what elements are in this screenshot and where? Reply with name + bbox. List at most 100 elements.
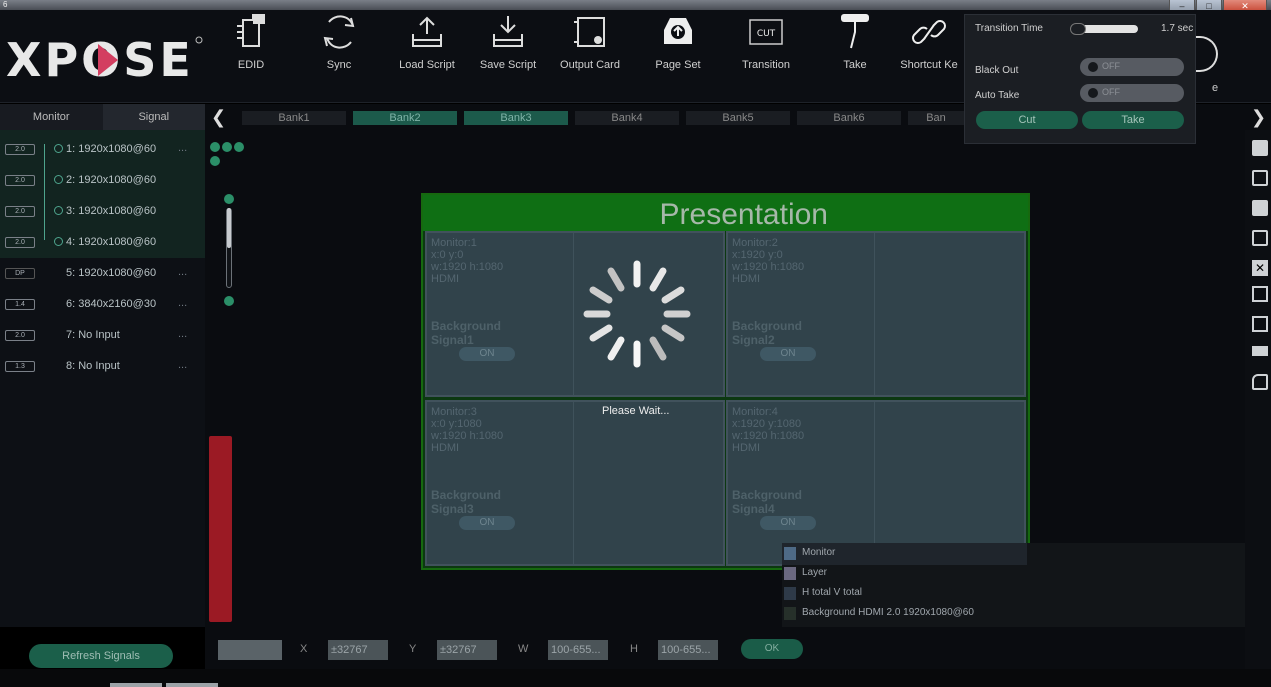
signal-item[interactable]: DP 5: 1920x1080@60 ... — [0, 259, 205, 290]
save-script-tool[interactable]: Save Script — [475, 12, 541, 92]
signal-more-button[interactable]: ... — [178, 297, 187, 309]
monitor-divider — [874, 233, 1024, 395]
black-out-toggle[interactable]: OFF — [1080, 58, 1184, 76]
bank-4[interactable]: Bank4 — [575, 111, 679, 125]
slider-plus-icon[interactable] — [224, 194, 234, 204]
bank-5[interactable]: Bank5 — [686, 111, 790, 125]
signal-item[interactable]: 2.0 2: 1920x1080@60 — [0, 166, 205, 197]
link-icon — [912, 20, 946, 44]
auto-take-toggle[interactable]: OFF — [1080, 84, 1184, 102]
layer-add-icon[interactable] — [1252, 200, 1268, 216]
signal-item[interactable]: 1.4 6: 3840x2160@30 ... — [0, 290, 205, 321]
monitor-icon[interactable] — [1252, 170, 1268, 186]
zoom-slider-handle[interactable] — [227, 208, 231, 248]
take-label: Take — [843, 59, 867, 71]
signal-more-button[interactable]: ... — [178, 328, 187, 340]
signal-item[interactable]: 2.0 1: 1920x1080@60 ... — [0, 135, 205, 166]
taskbar-strip — [0, 669, 1271, 687]
edid-label: EDID — [237, 59, 265, 71]
shortcut-key-tool[interactable]: Shortcut Ke — [896, 12, 962, 92]
take-icon — [841, 14, 869, 49]
take-tool[interactable]: Take — [822, 12, 888, 92]
bank-6[interactable]: Bank6 — [797, 111, 901, 125]
zoom-fit-icon[interactable] — [234, 142, 244, 152]
load-script-label: Load Script — [399, 59, 455, 71]
h-label: H — [630, 643, 638, 655]
page-set-tool[interactable]: Page Set — [645, 12, 711, 92]
output-card-tool[interactable]: Output Card — [557, 12, 623, 92]
cut-button[interactable]: Cut — [976, 111, 1078, 129]
zoom-in-icon[interactable] — [210, 142, 220, 152]
bank-7[interactable]: Ban — [908, 111, 964, 125]
slider-minus-icon[interactable] — [224, 296, 234, 306]
tab-signal[interactable]: Signal — [102, 104, 205, 130]
zoom-out-icon[interactable] — [222, 142, 232, 152]
transition-tool[interactable]: CUT Transition — [733, 12, 799, 92]
legend-item[interactable]: Background HDMI 2.0 1920x1080@60 — [782, 603, 1082, 625]
legend-item[interactable]: Monitor — [782, 543, 1027, 565]
bank-3[interactable]: Bank3 — [464, 111, 568, 125]
background-toggle[interactable]: ON — [459, 347, 515, 361]
edid-tool[interactable]: EDID — [218, 12, 284, 92]
auto-icon[interactable] — [1252, 346, 1268, 356]
hdmi-badge-icon: 1.4 — [5, 299, 35, 310]
legend-item[interactable]: H total V total — [782, 583, 1027, 605]
signal-name: 7: No Input — [66, 329, 120, 341]
y-input[interactable]: ±32767 — [437, 640, 497, 660]
take-button[interactable]: Take — [1082, 111, 1184, 129]
background-toggle[interactable]: ON — [760, 347, 816, 361]
w-label: W — [518, 643, 529, 655]
black-out-state: OFF — [1102, 61, 1120, 71]
signal-more-button[interactable]: ... — [178, 266, 187, 278]
signal-item[interactable]: 1.3 8: No Input ... — [0, 352, 205, 383]
transition-label: Transition — [742, 59, 790, 71]
taskbar-item[interactable] — [166, 683, 218, 687]
auto-take-label: Auto Take — [975, 90, 1020, 101]
signal-name: 5: 1920x1080@60 — [66, 267, 157, 279]
x-input[interactable]: ±32767 — [328, 640, 388, 660]
sync-label: Sync — [326, 59, 352, 71]
monitor-tile[interactable]: Monitor:4 x:1920 y:1080 w:1920 h:1080 HDMI … — [726, 400, 1026, 566]
signal-item[interactable]: 2.0 4: 1920x1080@60 — [0, 228, 205, 259]
presentation-screen[interactable]: Presentation Monitor:1 x:0 y:0 w:1920 h:10… — [421, 193, 1030, 570]
background-toggle[interactable]: ON — [760, 516, 816, 530]
load-script-tool[interactable]: Load Script — [394, 12, 460, 92]
refresh-signals-button[interactable]: Refresh Signals — [29, 644, 173, 668]
w-input[interactable]: 100-655... — [548, 640, 608, 660]
monitor-add-icon[interactable] — [1252, 140, 1268, 156]
copy-icon[interactable] — [1252, 286, 1268, 302]
sync-tool[interactable]: Sync — [306, 12, 372, 92]
legend-item[interactable]: Layer — [782, 563, 1027, 585]
hdmi-badge-icon: 2.0 — [5, 206, 35, 217]
bank-prev-arrow-icon[interactable]: ❮ — [211, 107, 226, 128]
bank-1[interactable]: Bank1 — [242, 111, 346, 125]
signal-more-button[interactable]: ... — [178, 359, 187, 371]
legend-swatch — [784, 547, 796, 560]
lock-icon[interactable] — [1252, 374, 1268, 390]
transition-time-label: Transition Time — [975, 23, 1043, 34]
signal-item[interactable]: 2.0 7: No Input ... — [0, 321, 205, 352]
save-icon — [493, 16, 523, 47]
loading-spinner-icon — [583, 260, 691, 368]
zoom-reset-icon[interactable] — [210, 156, 220, 166]
transition-time-slider[interactable] — [1070, 23, 1138, 35]
background-toggle[interactable]: ON — [459, 516, 515, 530]
transition-time-knob[interactable] — [1070, 23, 1086, 35]
signal-more-button[interactable]: ... — [178, 142, 187, 154]
legend-label: Monitor — [802, 547, 836, 558]
name-input[interactable] — [218, 640, 282, 660]
monitor-tile[interactable]: Monitor:3 x:0 y:1080 w:1920 h:1080 HDMI Bac… — [425, 400, 725, 566]
layer-icon[interactable] — [1252, 230, 1268, 246]
paste-icon[interactable] — [1252, 316, 1268, 332]
legend-label: Layer — [802, 567, 828, 578]
output-card-label: Output Card — [560, 59, 620, 71]
delete-icon[interactable]: ✕ — [1252, 260, 1268, 276]
bank-next-arrow-icon[interactable]: ❯ — [1251, 107, 1266, 128]
h-input[interactable]: 100-655... — [658, 640, 718, 660]
ok-button[interactable]: OK — [741, 639, 803, 659]
tab-monitor[interactable]: Monitor — [0, 104, 103, 130]
signal-item[interactable]: 2.0 3: 1920x1080@60 — [0, 197, 205, 228]
bank-2[interactable]: Bank2 — [353, 111, 457, 125]
taskbar-item[interactable] — [110, 683, 162, 687]
monitor-tile[interactable]: Monitor:2 x:1920 y:0 w:1920 h:1080 HDMI Bac… — [726, 231, 1026, 397]
